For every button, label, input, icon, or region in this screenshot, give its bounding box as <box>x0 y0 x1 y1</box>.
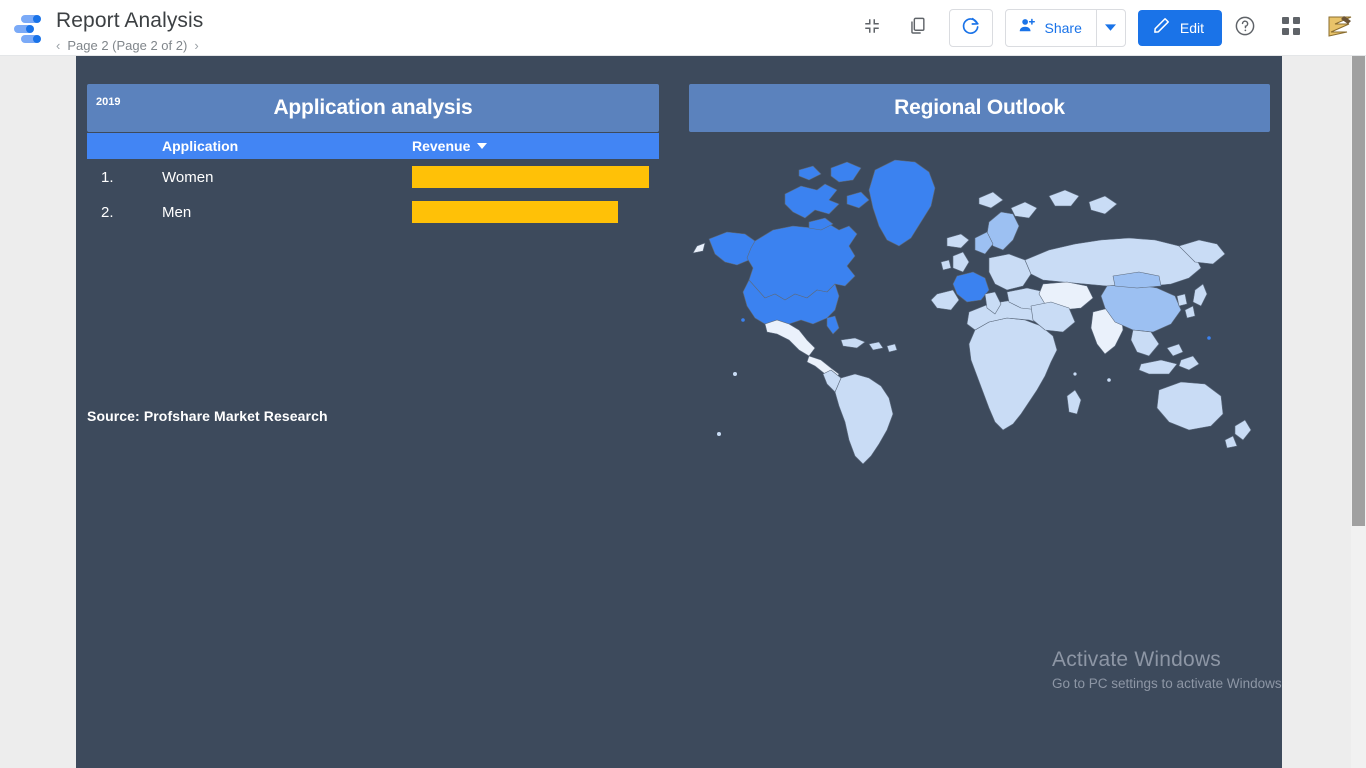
table-title: Application analysis <box>273 96 473 119</box>
help-button[interactable] <box>1225 8 1265 48</box>
regional-outlook-map[interactable]: Regional Outlook <box>689 84 1270 464</box>
share-button[interactable]: Share <box>1006 10 1096 46</box>
watermark-title: Activate Windows <box>1052 648 1221 671</box>
prev-page-icon[interactable]: ‹ <box>56 39 60 52</box>
table-title-band: 2019 Application analysis <box>87 84 659 132</box>
report-workspace: 2019 Application analysis Application Re… <box>0 56 1366 768</box>
data-studio-logo-icon <box>12 13 46 43</box>
world-map-svg <box>692 159 1252 464</box>
share-button-group: Share <box>1004 9 1126 47</box>
copy-report-button[interactable] <box>898 8 938 48</box>
pencil-icon <box>1152 16 1171 40</box>
top-toolbar: Report Analysis ‹ Page 2 (Page 2 of 2) › <box>0 0 1366 56</box>
table-year-badge: 2019 <box>96 96 121 108</box>
world-map[interactable] <box>689 134 1270 464</box>
report-canvas: 2019 Application analysis Application Re… <box>76 56 1282 768</box>
table-row[interactable]: 2. Men <box>87 195 659 230</box>
data-studio-report-viewer: Report Analysis ‹ Page 2 (Page 2 of 2) › <box>0 0 1366 768</box>
table-body: 1. Women 2. Men <box>87 160 659 230</box>
row-rank: 1. <box>101 169 114 186</box>
sort-descending-icon <box>477 143 488 149</box>
page-navigation: ‹ Page 2 (Page 2 of 2) › <box>56 38 199 53</box>
source-note: Source: Profshare Market Research <box>87 408 328 424</box>
row-application-name: Women <box>162 169 214 186</box>
column-header-revenue[interactable]: Revenue <box>412 138 488 154</box>
page-indicator-label: Page 2 (Page 2 of 2) <box>67 38 188 53</box>
next-page-icon[interactable]: › <box>194 39 198 52</box>
watermark-subtitle: Go to PC settings to activate Windows. <box>1052 676 1282 691</box>
help-circle-icon <box>1234 15 1256 42</box>
column-header-revenue-label: Revenue <box>412 138 471 154</box>
exit-fullscreen-button[interactable] <box>852 8 892 48</box>
refresh-button[interactable] <box>948 9 993 47</box>
chevron-down-icon <box>1105 19 1117 37</box>
map-title-band: Regional Outlook <box>689 84 1270 132</box>
copy-icon <box>908 16 927 40</box>
column-header-application[interactable]: Application <box>87 138 412 154</box>
toolbar-actions: Share Edit <box>849 0 1358 56</box>
scrollbar-thumb[interactable] <box>1352 56 1365 526</box>
fullscreen-exit-icon <box>863 17 881 40</box>
row-revenue-cell <box>412 195 659 230</box>
apps-grid-icon <box>1282 16 1300 40</box>
share-dropdown-button[interactable] <box>1095 10 1125 46</box>
map-title: Regional Outlook <box>894 96 1065 119</box>
revenue-bar <box>412 166 649 188</box>
activate-windows-watermark: Activate Windows Go to PC settings to ac… <box>1052 648 1282 691</box>
row-revenue-cell <box>412 160 659 195</box>
refresh-icon <box>961 16 981 41</box>
table-header-row: Application Revenue <box>87 133 659 159</box>
person-add-icon <box>1018 16 1037 40</box>
edit-button[interactable]: Edit <box>1137 10 1222 46</box>
account-avatar[interactable] <box>1324 14 1356 42</box>
row-application-name: Men <box>162 204 192 221</box>
revenue-bar <box>412 201 618 223</box>
page-title: Report Analysis <box>56 9 204 32</box>
application-analysis-table[interactable]: 2019 Application analysis Application Re… <box>87 84 659 230</box>
table-row[interactable]: 1. Women <box>87 160 659 195</box>
apps-grid-button[interactable] <box>1271 8 1311 48</box>
avatar <box>1325 13 1355 44</box>
share-label: Share <box>1044 20 1082 36</box>
row-rank: 2. <box>101 204 114 221</box>
edit-label: Edit <box>1179 20 1204 36</box>
vertical-scrollbar[interactable] <box>1351 56 1366 768</box>
